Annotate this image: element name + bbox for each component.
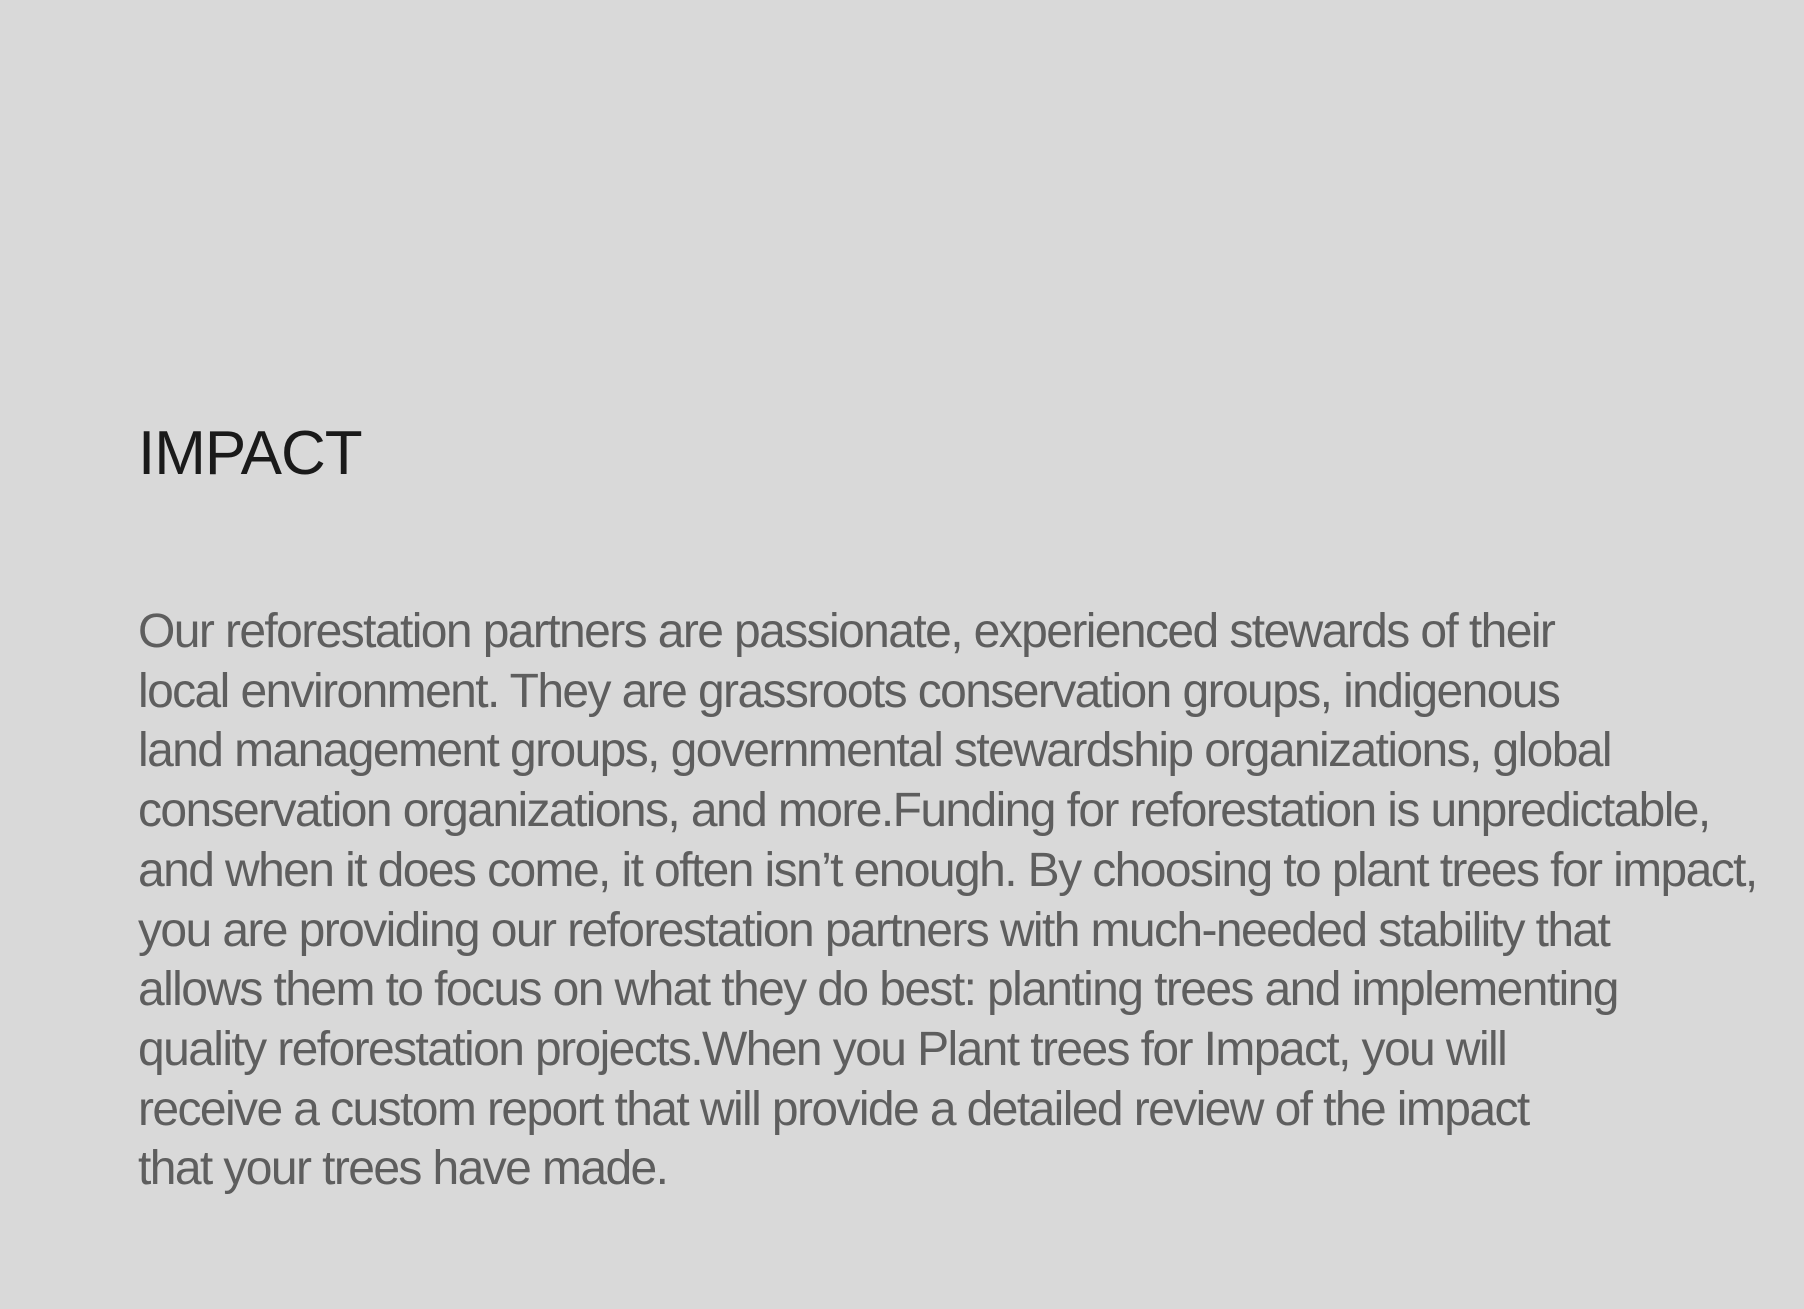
description-line: land management groups, governmental ste… — [138, 724, 1613, 778]
description-line: receive a custom report that will provid… — [138, 1082, 1530, 1136]
description-line: you are providing our reforestation part… — [138, 903, 1611, 957]
description-line: that your trees have made. — [138, 1142, 669, 1196]
description-line: Our reforestation partners are passionat… — [138, 605, 1556, 658]
impact-section: IMPACT Our reforestation partners are pa… — [138, 0, 1788, 1309]
impact-description: Our reforestation partners are passionat… — [138, 602, 1788, 1199]
description-line: quality reforestation projects.When you … — [138, 1022, 1508, 1076]
description-line: allows them to focus on what they do bes… — [138, 963, 1619, 1017]
description-line: conservation organizations, and more.Fun… — [138, 784, 1711, 838]
section-title: IMPACT — [138, 419, 363, 488]
description-line: local environment. They are grassroots c… — [138, 664, 1561, 718]
description-line: and when it does come, it often isn’t en… — [138, 843, 1758, 897]
